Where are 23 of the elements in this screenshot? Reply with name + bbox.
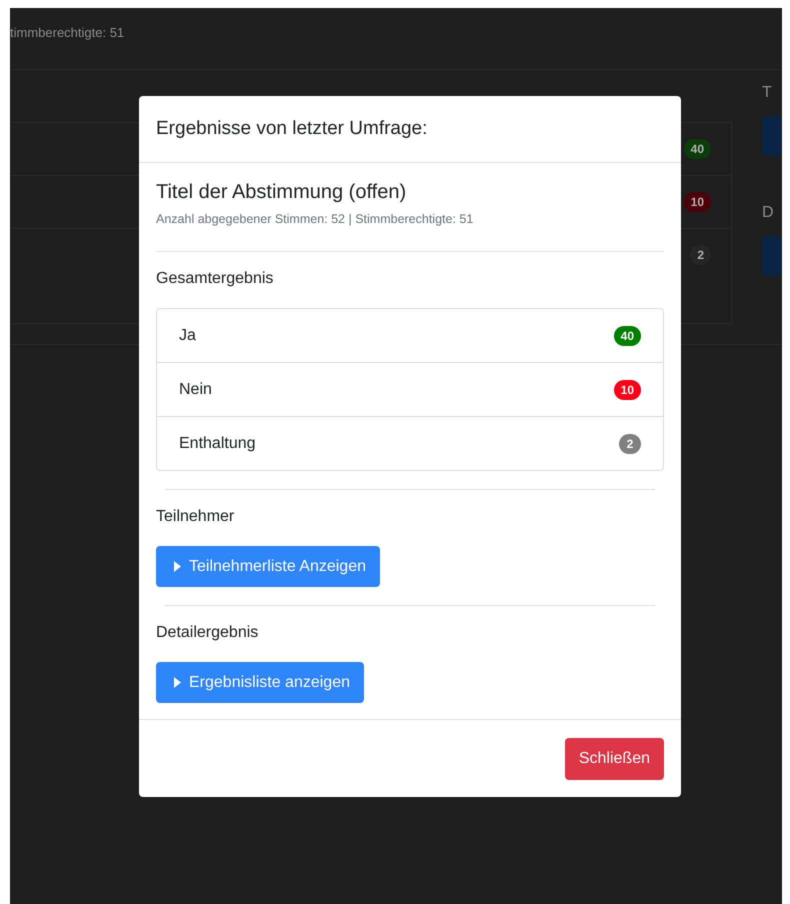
toggle-list-button[interactable]: Teilnehmerliste Anzeigen xyxy=(156,546,380,587)
poll-vote-count: Anzahl abgegebener Stimmen: 52 | Stimmberechtigte: 51 xyxy=(156,212,474,226)
poll-title: Titel der Abstimmung (offen) xyxy=(156,181,408,204)
background-count-badge: 40 xyxy=(684,139,711,159)
vote-count-badge: 10 xyxy=(614,380,641,400)
dialog-title: Ergebnisse von letzter Umfrage: xyxy=(156,118,428,140)
background-label: D xyxy=(762,204,775,223)
close-button[interactable]: Schließen xyxy=(564,738,664,780)
background-label: T xyxy=(762,84,773,103)
result-label: Enthaltung xyxy=(179,434,256,452)
vote-count-badge: 2 xyxy=(619,434,641,454)
background-count-badge: 10 xyxy=(684,192,711,212)
result-label: Nein xyxy=(179,380,212,398)
caret-right-icon xyxy=(174,677,181,688)
section-heading: Detailergebnis xyxy=(156,624,260,642)
caret-right-icon xyxy=(174,561,181,572)
section-heading: Teilnehmer xyxy=(156,508,236,526)
toggle-list-button[interactable]: Ergebnisliste anzeigen xyxy=(156,662,364,703)
background-count-badge: 2 xyxy=(690,245,711,265)
result-label: Ja xyxy=(179,326,196,344)
vote-count-badge: 40 xyxy=(614,326,641,346)
section-heading: Gesamtergebnis xyxy=(156,270,274,288)
background-subtitle: timmberechtigte: 51 xyxy=(10,8,782,70)
